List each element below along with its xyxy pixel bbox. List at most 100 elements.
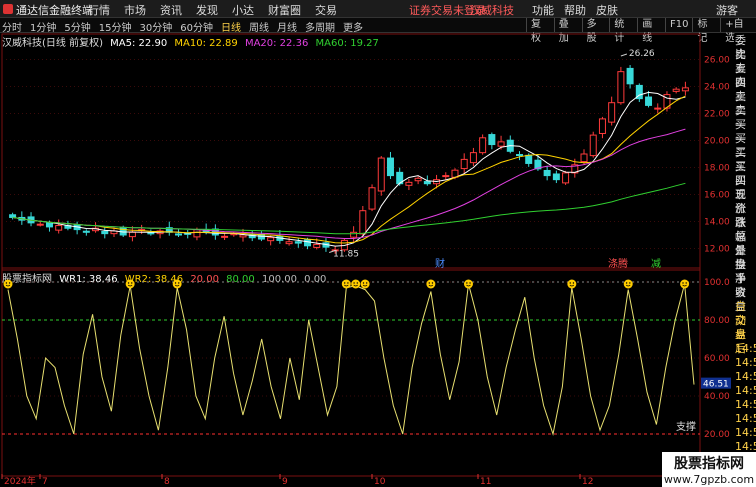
candle-body — [589, 134, 597, 157]
side-panel-item[interactable]: 现价 — [734, 188, 756, 215]
quote-side-panel: 委比 卖五 卖四 卖三 卖二 卖一 买一 买二 买三 买四 买五 现价 涨跌 涨幅 总量 外盘 换手 净资 收益 自动… — [734, 34, 756, 487]
wr1-line — [7, 283, 695, 436]
signal-smiley-icon — [3, 279, 13, 289]
smiley-eye — [365, 282, 368, 284]
side-panel-item[interactable]: 14:5 — [734, 356, 756, 370]
candle-body — [82, 230, 90, 233]
smiley-eye — [353, 282, 355, 284]
side-panel-item[interactable]: 涨幅 — [734, 216, 756, 243]
signal-smiley-icon — [360, 279, 370, 289]
candle-body — [423, 181, 431, 185]
candle-body — [580, 153, 588, 163]
signal-smiley-icon — [623, 279, 633, 289]
side-panel-item[interactable]: 卖五 — [734, 48, 756, 75]
side-panel-item[interactable]: 14:5 — [734, 342, 756, 356]
candle-body — [377, 157, 385, 192]
candle-body — [55, 225, 63, 231]
side-panel-item[interactable]: 卖一 — [734, 104, 756, 131]
candle-body — [608, 102, 616, 123]
candle-body — [193, 229, 201, 238]
candle-body — [626, 67, 634, 85]
side-panel-item[interactable]: 买五 — [734, 174, 756, 201]
oscillator-panel-border — [1, 267, 701, 477]
side-panel-item[interactable]: 14:5 — [734, 384, 756, 398]
side-panel-item[interactable]: 卖二 — [734, 90, 756, 117]
candle-body — [368, 187, 376, 210]
candle-body — [405, 181, 413, 186]
side-panel-item[interactable]: 买一 — [734, 118, 756, 145]
price-tick-label: 18.00 — [704, 164, 730, 174]
candle-body — [304, 239, 312, 247]
smiley-face — [341, 279, 351, 289]
smiley-eye — [685, 282, 687, 284]
smiley-face — [3, 279, 13, 289]
signal-smiley-icon — [567, 279, 577, 289]
side-panel-item[interactable]: 外盘 — [734, 244, 756, 271]
price-tick-label: 16.00 — [704, 191, 730, 201]
date-tick-label: 12 — [582, 477, 593, 487]
watermark: 股票指标网 www.7gpzb.com — [662, 452, 756, 487]
signal-smiley-icon — [351, 279, 361, 289]
candle-body — [128, 231, 136, 238]
side-panel-item[interactable]: 卖三 — [734, 76, 756, 103]
side-panel-item[interactable]: 交易 — [734, 314, 756, 341]
side-panel-item[interactable]: 委比 — [734, 34, 756, 61]
osc-tick-label: 20.00 — [704, 430, 730, 440]
side-panel-item[interactable]: 14:5 — [734, 426, 756, 440]
smiley-eye — [5, 282, 8, 284]
smiley-face — [680, 279, 690, 289]
candle-body — [552, 173, 560, 181]
side-panel-item[interactable]: 收益 — [734, 286, 756, 313]
date-tick-label: 11 — [480, 477, 491, 487]
side-panel-item[interactable]: 换手 — [734, 258, 756, 285]
side-panel-item[interactable]: 买三 — [734, 146, 756, 173]
chart-axes: 26.00 24.00 22.00 20.00 18.00 16.00 14.00 12.00… — [1, 56, 731, 487]
candle-body — [469, 152, 477, 164]
smiley-face — [360, 279, 370, 289]
candle-body — [313, 243, 321, 248]
candle-body — [479, 137, 487, 154]
date-tick-label: 10 — [374, 477, 386, 487]
candle-body — [386, 157, 394, 177]
side-panel-item[interactable]: 净资 — [734, 272, 756, 299]
date-tick-label: 2024年 — [4, 475, 36, 487]
candle-body — [414, 177, 422, 182]
candle-body — [359, 210, 367, 235]
candle-body — [101, 230, 109, 235]
candle-body — [460, 158, 468, 170]
signal-smiley-icon — [341, 279, 351, 289]
reduce-holding-marker: 减 — [651, 258, 661, 270]
price-tick-label: 26.00 — [704, 56, 730, 66]
side-panel-item[interactable]: 卖四 — [734, 62, 756, 89]
date-tick-label: 7 — [42, 477, 48, 487]
side-panel-item[interactable]: 14:5 — [734, 412, 756, 426]
signal-smiley-icon — [125, 279, 135, 289]
side-panel-item[interactable]: 涨跌 — [734, 202, 756, 229]
signal-smiley-icon — [463, 279, 473, 289]
smiley-eye — [347, 282, 349, 284]
side-panel-item[interactable]: 买二 — [734, 132, 756, 159]
price-tick-label: 14.00 — [704, 218, 730, 228]
smiley-face — [172, 279, 182, 289]
smiley-eye — [174, 282, 177, 284]
candle-body — [516, 154, 523, 157]
candle-body — [617, 71, 625, 104]
candle-body — [350, 231, 358, 238]
osc-tick-label: 100.0 — [704, 278, 730, 288]
side-panel-item[interactable]: 盘后 — [734, 328, 756, 355]
date-tick-label: 9 — [282, 477, 288, 487]
price-tick-label: 22.00 — [704, 110, 730, 120]
side-panel-item[interactable]: 自动 — [734, 300, 756, 327]
chart-canvas[interactable]: 26.00 24.00 22.00 20.00 18.00 16.00 14.00 12.00… — [0, 0, 756, 487]
side-panel-item[interactable]: 总量 — [734, 230, 756, 257]
chart-annotations: 26.26 11.85 财 涤腾 减支撑 — [329, 49, 696, 433]
side-panel-item[interactable]: 买四 — [734, 160, 756, 187]
watermark-title: 股票指标网 — [674, 456, 744, 472]
candle-body — [239, 234, 247, 238]
side-panel-item[interactable]: 14:5 — [734, 370, 756, 384]
smiley-eye — [127, 282, 130, 284]
candle-body — [221, 235, 229, 238]
side-panel-item[interactable]: 14:5 — [734, 398, 756, 412]
candle-body — [525, 154, 533, 164]
candle-body — [285, 241, 293, 245]
